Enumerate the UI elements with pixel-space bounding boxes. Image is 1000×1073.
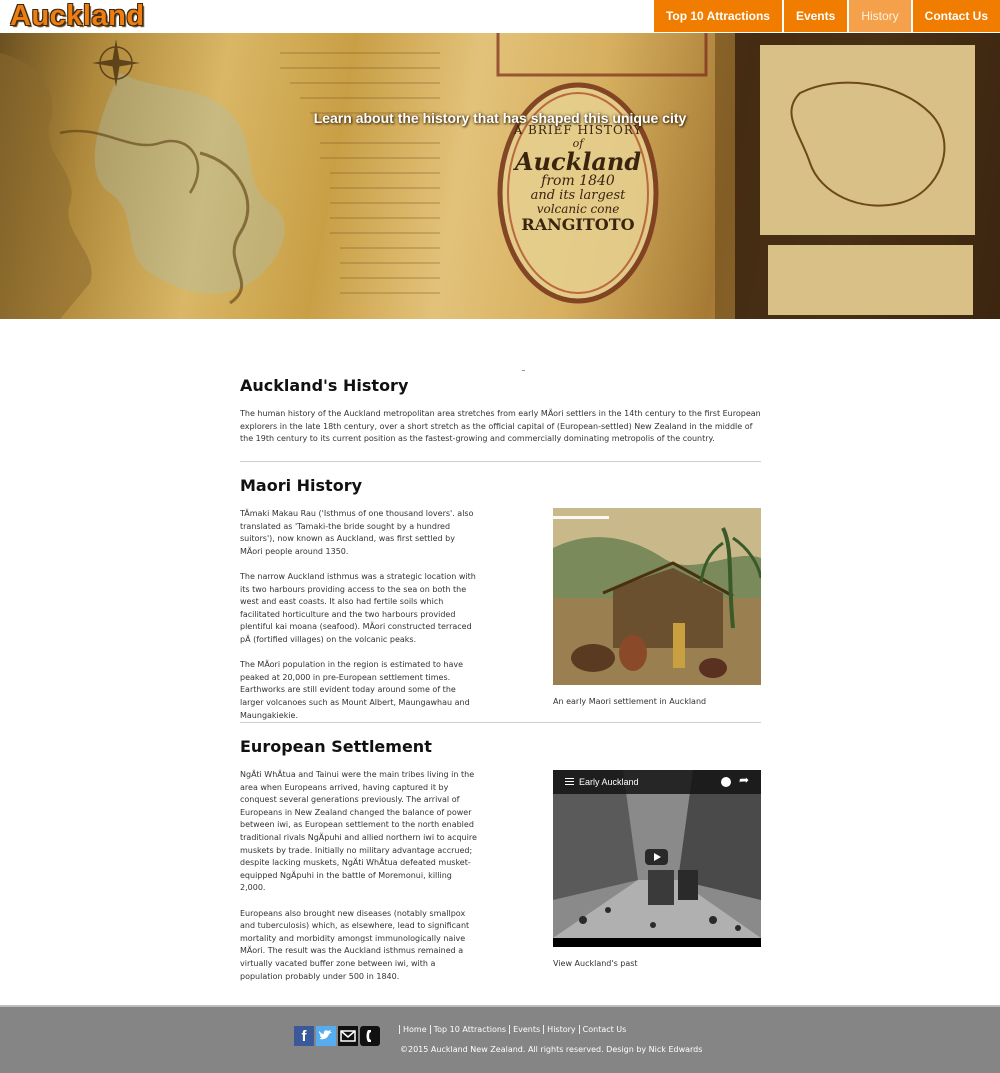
nav-contact-us[interactable]: Contact Us — [912, 0, 1000, 32]
nav-events[interactable]: Events — [783, 0, 848, 32]
hero-tagline: Learn about the history that has shaped … — [313, 110, 687, 126]
hero-map-image — [0, 33, 1000, 319]
maori-history-title: Maori History — [240, 476, 363, 495]
maori-paragraph: The MÄori population in the region is es… — [240, 660, 470, 720]
footer-link-contact-us[interactable]: Contact Us — [578, 1025, 630, 1034]
main-nav: Top 10 Attractions Events History Contac… — [652, 0, 1000, 32]
site-logo[interactable]: Auckland — [10, 0, 145, 33]
hero-banner: A BRIEF HISTORY of Auckland from 1840 an… — [0, 33, 1000, 319]
twitter-icon[interactable] — [316, 1026, 336, 1046]
nav-top-10-attractions[interactable]: Top 10 Attractions — [653, 0, 782, 32]
european-paragraph: Europeans also brought new diseases (not… — [240, 908, 470, 981]
european-paragraph: NgÄti WhÄtua and Tainui were the main tr… — [240, 770, 477, 893]
site-header: Auckland Top 10 Attractions Events Histo… — [0, 0, 1000, 33]
nav-history[interactable]: History — [849, 0, 911, 32]
divider-dot — [522, 370, 525, 371]
history-title: Auckland's History — [240, 376, 409, 395]
site-footer: f Home Top 10 Attractions Events History… — [0, 1005, 1000, 1073]
maori-image-caption: An early Maori settlement in Auckland — [553, 697, 707, 706]
maori-paragraph: The narrow Auckland isthmus was a strate… — [240, 571, 476, 644]
play-button-icon[interactable] — [645, 849, 668, 865]
footer-link-top-10-attractions[interactable]: Top 10 Attractions — [429, 1025, 509, 1034]
video-caption: View Auckland's past — [553, 959, 638, 968]
cartouche-line: RANGITOTO — [521, 215, 635, 234]
european-settlement-title: European Settlement — [240, 737, 432, 756]
footer-link-events[interactable]: Events — [509, 1025, 543, 1034]
footer-nav: Home Top 10 Attractions Events History C… — [399, 1025, 629, 1034]
section-divider — [240, 722, 761, 723]
mail-icon[interactable] — [338, 1026, 358, 1046]
cartouche-line: and its largest — [530, 188, 626, 203]
social-links: f — [294, 1026, 380, 1046]
cartouche-line: Auckland — [514, 147, 642, 176]
phone-icon[interactable] — [360, 1026, 380, 1046]
footer-link-history[interactable]: History — [543, 1025, 578, 1034]
playlist-icon[interactable] — [565, 778, 574, 785]
maori-paragraph: TÄmaki Makau Rau ('Isthmus of one thousa… — [240, 509, 474, 556]
video-player[interactable]: Early Auckland ➦ — [553, 770, 761, 947]
footer-link-home[interactable]: Home — [399, 1025, 430, 1034]
maori-history-text: TÄmaki Makau Rau ('Isthmus of one thousa… — [240, 508, 478, 735]
section-divider — [240, 461, 761, 462]
cartouche-line: from 1840 — [541, 173, 615, 189]
facebook-icon[interactable]: f — [294, 1026, 314, 1046]
history-intro: The human history of the Auckland metrop… — [240, 409, 761, 444]
european-settlement-text: NgÄti WhÄtua and Tainui were the main tr… — [240, 769, 478, 996]
hero-image-cartouche-text: A BRIEF HISTORY of Auckland from 1840 an… — [508, 123, 648, 234]
video-title[interactable]: Early Auckland — [579, 777, 639, 787]
watch-later-icon[interactable] — [721, 777, 731, 787]
maori-settlement-image — [553, 508, 761, 685]
copyright-text: ©2015 Auckland New Zealand. All rights r… — [400, 1045, 703, 1054]
share-icon[interactable]: ➦ — [739, 773, 749, 787]
